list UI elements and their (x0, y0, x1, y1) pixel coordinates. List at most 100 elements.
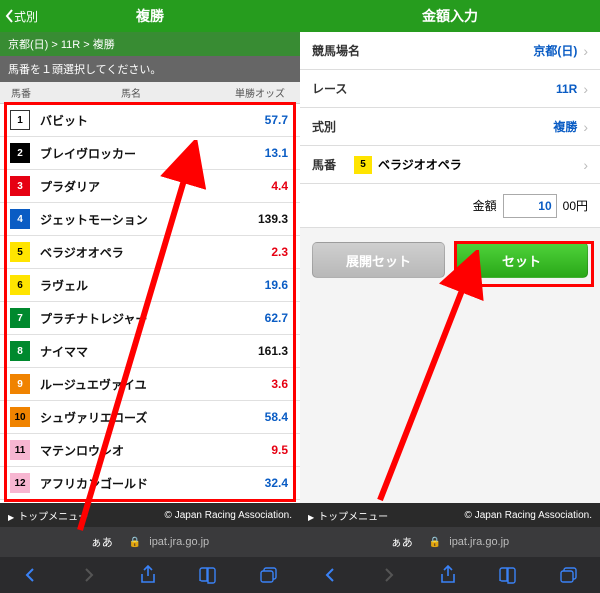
copyright: © Japan Racing Association. (465, 510, 592, 521)
amount-label: 金額 (473, 197, 497, 214)
table-header: 馬番 馬名 単勝オッズ (0, 82, 300, 104)
horse-name: プラチナトレジャー (40, 310, 230, 327)
horse-row[interactable]: 10 シュヴァリエローズ58.4 (0, 401, 300, 434)
back-label: 式別 (14, 8, 38, 25)
footer-bar-right: ▶トップメニュー © Japan Racing Association. (300, 503, 600, 527)
chevron-right-icon: › (583, 157, 588, 173)
horse-name: ナイママ (40, 343, 230, 360)
summary-value: 京都(日) (360, 42, 577, 59)
horse-row[interactable]: 6 ラヴェル19.6 (0, 269, 300, 302)
summary-value: 11R (347, 82, 577, 96)
horse-odds: 3.6 (230, 377, 300, 391)
horse-row[interactable]: 12アフリカンゴールド32.4 (0, 467, 300, 500)
horse-name: ベラジオオペラ (40, 244, 230, 261)
horse-odds: 19.6 (230, 278, 300, 292)
horse-label: 馬番 (312, 156, 336, 173)
horse-name: ラヴェル (40, 277, 230, 294)
left-pane: 式別 複勝 京都(日) > 11R > 複勝 馬番を１頭選択してください。 馬番… (0, 0, 300, 593)
horse-number: 11 (10, 440, 30, 460)
horse-odds: 32.4 (230, 476, 300, 490)
summary-row[interactable]: 式別複勝 › (300, 108, 600, 146)
horse-name: ルージュエヴァイユ (40, 376, 230, 393)
horse-number-tag: 5 (354, 156, 372, 174)
back-button[interactable]: 式別 (4, 8, 38, 25)
horse-odds: 2.3 (230, 245, 300, 259)
chevron-right-icon: › (583, 43, 588, 59)
horse-row[interactable]: 1 バビット57.7 (0, 104, 300, 137)
col-name: 馬名 (42, 85, 220, 100)
horse-row[interactable]: 3プラダリア4.4 (0, 170, 300, 203)
url-bar-right[interactable]: ぁあ 🔒 ipat.jra.go.jp (300, 527, 600, 557)
horse-odds: 57.7 (230, 113, 300, 127)
summary-row[interactable]: 競馬場名京都(日)› (300, 32, 600, 70)
chevron-right-icon: › (583, 119, 588, 135)
safari-toolbar-left (0, 557, 300, 593)
horse-row[interactable]: 2ブレイヴロッカー13.1 (0, 137, 300, 170)
horse-row[interactable]: 7 プラチナトレジャー62.7 (0, 302, 300, 335)
breadcrumb: 京都(日) > 11R > 複勝 (0, 32, 300, 56)
footer-menu-button[interactable]: ▶トップメニュー (308, 508, 388, 523)
text-size-button[interactable]: ぁあ (91, 534, 113, 550)
tabs-button[interactable] (259, 566, 279, 584)
horse-name: シュヴァリエローズ (40, 409, 230, 426)
text-size-button[interactable]: ぁあ (391, 534, 413, 550)
summary-key: 式別 (312, 118, 336, 135)
horse-name: プラダリア (40, 178, 230, 195)
nav-back-button[interactable] (21, 566, 39, 584)
share-button[interactable] (139, 565, 157, 585)
col-odds: 単勝オッズ (220, 85, 300, 100)
horse-odds: 139.3 (230, 212, 300, 226)
horse-odds: 58.4 (230, 410, 300, 424)
horse-row[interactable]: 8ナイママ161.3 (0, 335, 300, 368)
horse-name: ブレイヴロッカー (40, 145, 230, 162)
horse-row[interactable]: 5 ベラジオオペラ2.3 (0, 236, 300, 269)
horse-number: 3 (10, 176, 30, 196)
button-row: 展開セット セット (300, 228, 600, 503)
horse-name: アフリカンゴールド (40, 475, 230, 492)
set-button[interactable]: セット (455, 242, 588, 278)
horse-number: 7 (10, 308, 30, 328)
horse-odds: 9.5 (230, 443, 300, 457)
amount-input[interactable] (503, 194, 557, 218)
footer-bar-left: ▶トップメニュー © Japan Racing Association. (0, 503, 300, 527)
footer-menu-button[interactable]: ▶トップメニュー (8, 508, 88, 523)
bookmarks-button[interactable] (198, 566, 218, 584)
lock-icon: 🔒 (429, 537, 441, 548)
amount-suffix: 00円 (563, 197, 588, 214)
horse-number: 10 (10, 407, 30, 427)
triangle-icon: ▶ (8, 513, 14, 522)
horse-row[interactable]: 馬番 5 ベラジオオペラ › (300, 146, 600, 184)
instruction: 馬番を１頭選択してください。 (0, 56, 300, 82)
copyright: © Japan Racing Association. (165, 510, 292, 521)
bookmarks-button[interactable] (498, 566, 518, 584)
nav-back-button[interactable] (321, 566, 339, 584)
summary-list: 競馬場名京都(日)›レース11R›式別複勝› (300, 32, 600, 146)
tabs-button[interactable] (559, 566, 579, 584)
summary-key: レース (312, 80, 347, 97)
summary-row[interactable]: レース11R › (300, 70, 600, 108)
horse-odds: 13.1 (230, 146, 300, 160)
chevron-right-icon: › (583, 81, 588, 97)
amount-row: 金額 00円 (300, 184, 600, 228)
topbar-right: 金額入力 (300, 0, 600, 32)
nav-forward-button (380, 566, 398, 584)
page-title-right: 金額入力 (300, 6, 600, 26)
nav-forward-button (80, 566, 98, 584)
expand-set-button[interactable]: 展開セット (312, 242, 445, 278)
horse-list: 1バビット57.72ブレイヴロッカー13.13プラダリア4.44ジェットモーショ… (0, 104, 300, 503)
share-button[interactable] (439, 565, 457, 585)
horse-row[interactable]: 11マテンロウレオ9.5 (0, 434, 300, 467)
page-title-left: 複勝 (0, 6, 300, 26)
url-bar-left[interactable]: ぁあ 🔒 ipat.jra.go.jp (0, 527, 300, 557)
url-text: ipat.jra.go.jp (449, 536, 509, 548)
horse-name: バビット (40, 112, 230, 129)
horse-odds: 161.3 (230, 344, 300, 358)
horse-number: 6 (10, 275, 30, 295)
horse-number: 1 (10, 110, 30, 130)
horse-row[interactable]: 4ジェットモーション139.3 (0, 203, 300, 236)
url-text: ipat.jra.go.jp (149, 536, 209, 548)
horse-row[interactable]: 9ルージュエヴァイユ3.6 (0, 368, 300, 401)
horse-odds: 62.7 (230, 311, 300, 325)
summary-value: 複勝 (336, 118, 577, 135)
horse-number: 5 (10, 242, 30, 262)
